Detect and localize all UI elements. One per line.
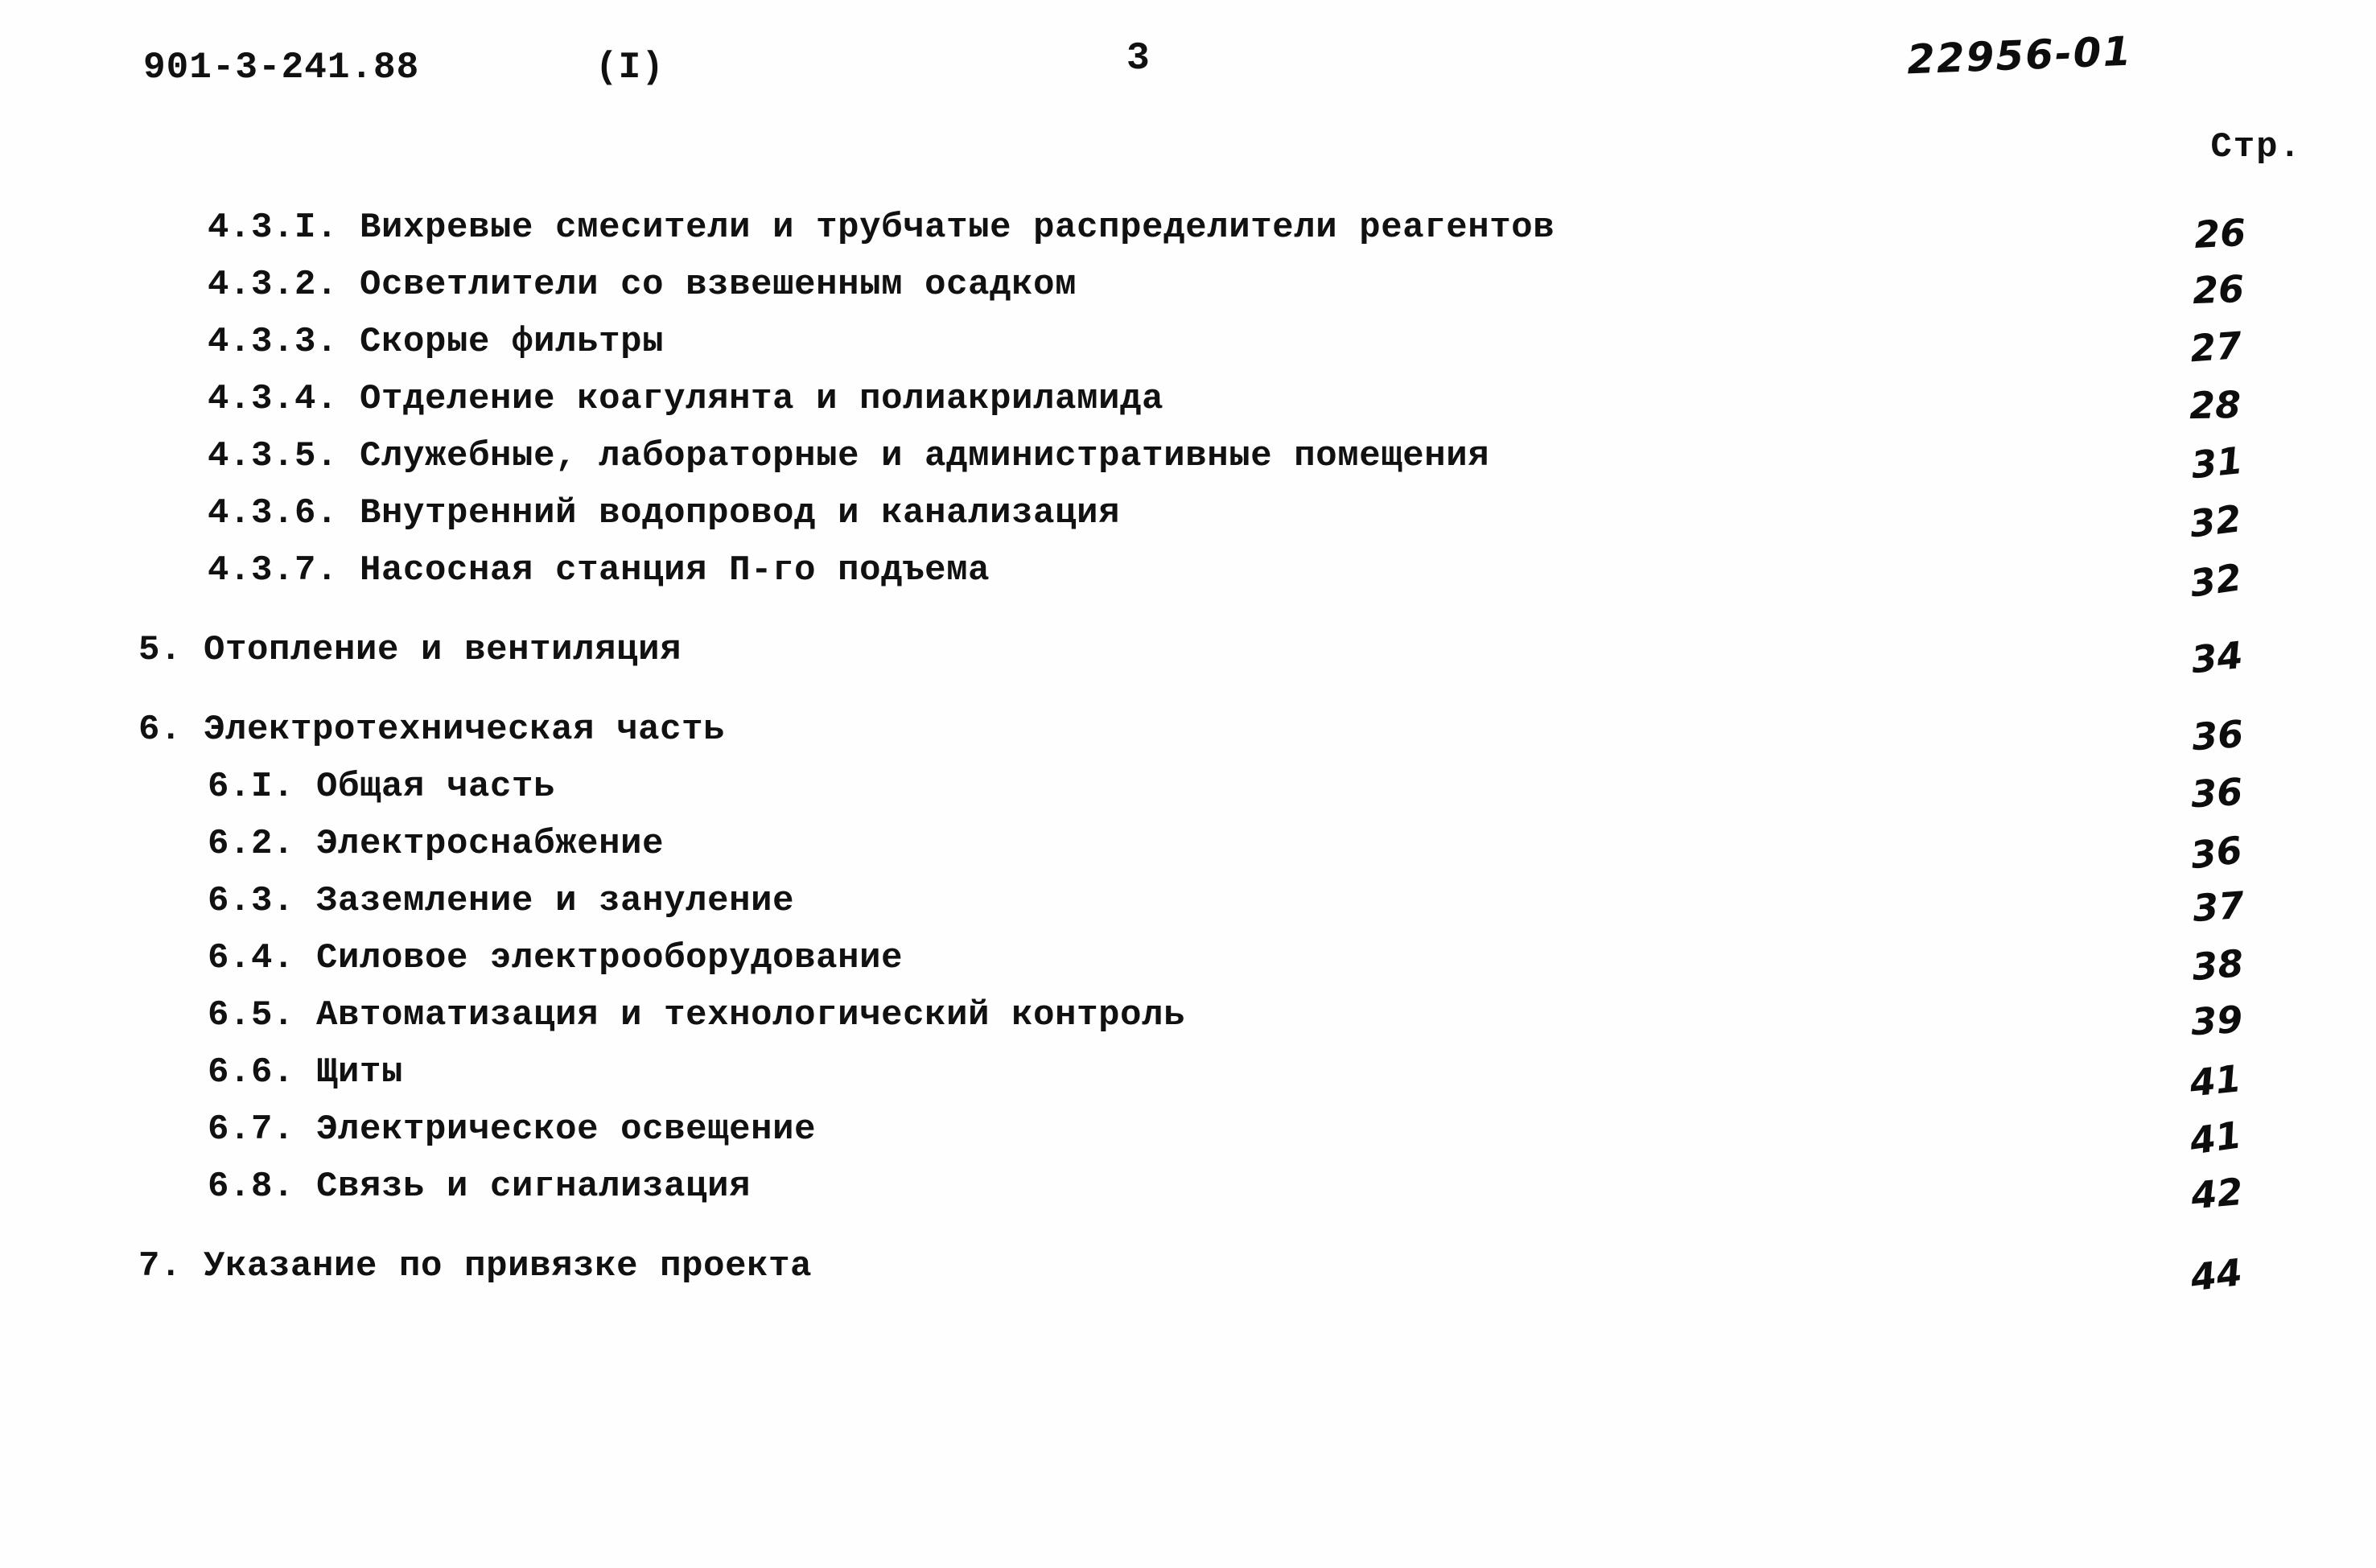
toc-entry-page-number: 31 <box>2189 438 2245 488</box>
toc-entry-label: 4.3.I. Вихревые смесители и трубчатые ра… <box>208 208 1555 248</box>
toc-entry-page-number: 44 <box>2188 1250 2245 1300</box>
toc-entry-label: 7. Указание по привязке проекта <box>138 1246 813 1286</box>
toc-row[interactable]: 6.I. Общая часть 36 <box>0 764 2376 816</box>
toc-entry-label: 4.3.3. Скорые фильтры <box>208 322 665 362</box>
toc-entry-label: 6.2. Электроснабжение <box>208 824 665 864</box>
toc-entry-label: 6.5. Автоматизация и технологический кон… <box>208 995 1186 1035</box>
toc-entry-label: 4.3.2. Осветлители со взвешенным осадком <box>208 265 1077 305</box>
toc-entry-page-number: 41 <box>2187 1113 2245 1163</box>
toc-row[interactable]: 7. Указание по привязке проекта 44 <box>0 1244 2376 1299</box>
toc-entry-page-number: 36 <box>2189 769 2244 817</box>
toc-entry-label: 5. Отопление и вентиляция <box>138 630 682 670</box>
toc-entry-label: 6.7. Электрическое освещение <box>208 1109 817 1150</box>
toc-row[interactable]: 4.3.2. Осветлители со взвешенным осадком… <box>0 262 2376 313</box>
toc-entry-page-number: 34 <box>2189 632 2246 682</box>
toc-row[interactable]: 5. Отопление и вентиляция 34 <box>0 628 2376 681</box>
toc-entry-label: 6. Электротехническая часть <box>138 710 726 750</box>
document-code: 901-3-241.88 <box>143 47 420 88</box>
folio-number: 3 <box>1126 37 1150 80</box>
archive-stamp-number: 22956-01 <box>1905 27 2134 84</box>
toc-row[interactable]: 4.3.3. Скорые фильтры 27 <box>0 319 2376 371</box>
toc-entry-page-number: 41 <box>2187 1056 2244 1105</box>
toc-entry-page-number: 26 <box>2193 210 2247 257</box>
document-part-mark: (I) <box>595 47 665 88</box>
toc-row[interactable]: 4.3.6. Внутренний водопровод и канализац… <box>0 491 2376 546</box>
toc-entry-label: 4.3.6. Внутренний водопровод и канализац… <box>208 493 1121 533</box>
toc-entry-page-number: 38 <box>2190 940 2246 990</box>
toc-entry-page-number: 42 <box>2189 1169 2245 1218</box>
toc-row[interactable]: 6. Электротехническая часть 36 <box>0 707 2376 759</box>
toc-entry-label: 4.3.5. Служебные, лабораторные и админис… <box>208 436 1490 476</box>
page-header: 901-3-241.88 (I) 3 22956-01 <box>0 28 2376 111</box>
toc-entry-page-number: 39 <box>2189 997 2244 1044</box>
toc-entry-page-number: 36 <box>2188 828 2245 878</box>
toc-row[interactable]: 4.3.5. Служебные, лабораторные и админис… <box>0 434 2376 487</box>
toc-row[interactable]: 4.3.4. Отделение коагулянта и полиакрила… <box>0 377 2376 428</box>
toc-entry-label: 6.I. Общая часть <box>208 767 556 807</box>
toc-entry-page-number: 27 <box>2189 323 2243 371</box>
toc-row[interactable]: 6.7. Электрическое освещение 41 <box>0 1107 2376 1163</box>
toc-row[interactable]: 6.4. Силовое электрооборудование 38 <box>0 936 2376 989</box>
toc-entry-page-number: 28 <box>2189 383 2242 428</box>
toc-entry-label: 6.4. Силовое электрооборудование <box>208 938 904 978</box>
toc-entry-label: 4.3.7. Насосная станция П-го подъема <box>208 550 990 591</box>
page-column-caption: Стр. <box>2210 127 2302 167</box>
toc-entry-page-number: 37 <box>2191 883 2246 931</box>
toc-entry-page-number: 32 <box>2187 555 2245 606</box>
toc-row[interactable]: 4.3.I. Вихревые смесители и трубчатые ра… <box>0 205 2376 257</box>
toc-row[interactable]: 4.3.7. Насосная станция П-го подъема 32 <box>0 548 2376 606</box>
document-page: 901-3-241.88 (I) 3 22956-01 Стр. 4.3.I. … <box>0 0 2376 1568</box>
toc-entry-label: 6.6. Щиты <box>208 1052 404 1093</box>
toc-row[interactable]: 6.3. Заземление и зануление 37 <box>0 879 2376 930</box>
table-of-contents: 4.3.I. Вихревые смесители и трубчатые ра… <box>0 205 2376 1301</box>
toc-entry-page-number: 36 <box>2190 711 2245 759</box>
toc-row[interactable]: 6.6. Щиты 41 <box>0 1050 2376 1105</box>
toc-entry-label: 6.8. Связь и сигнализация <box>208 1167 752 1207</box>
toc-entry-page-number: 26 <box>2192 266 2245 313</box>
toc-row[interactable]: 6.8. Связь и сигнализация 42 <box>0 1164 2376 1217</box>
toc-row[interactable]: 6.5. Автоматизация и технологический кон… <box>0 993 2376 1044</box>
toc-entry-label: 4.3.4. Отделение коагулянта и полиакрила… <box>208 379 1164 419</box>
toc-entry-page-number: 32 <box>2187 496 2244 546</box>
toc-row[interactable]: 6.2. Электроснабжение 36 <box>0 821 2376 877</box>
toc-entry-label: 6.3. Заземление и зануление <box>208 881 795 921</box>
